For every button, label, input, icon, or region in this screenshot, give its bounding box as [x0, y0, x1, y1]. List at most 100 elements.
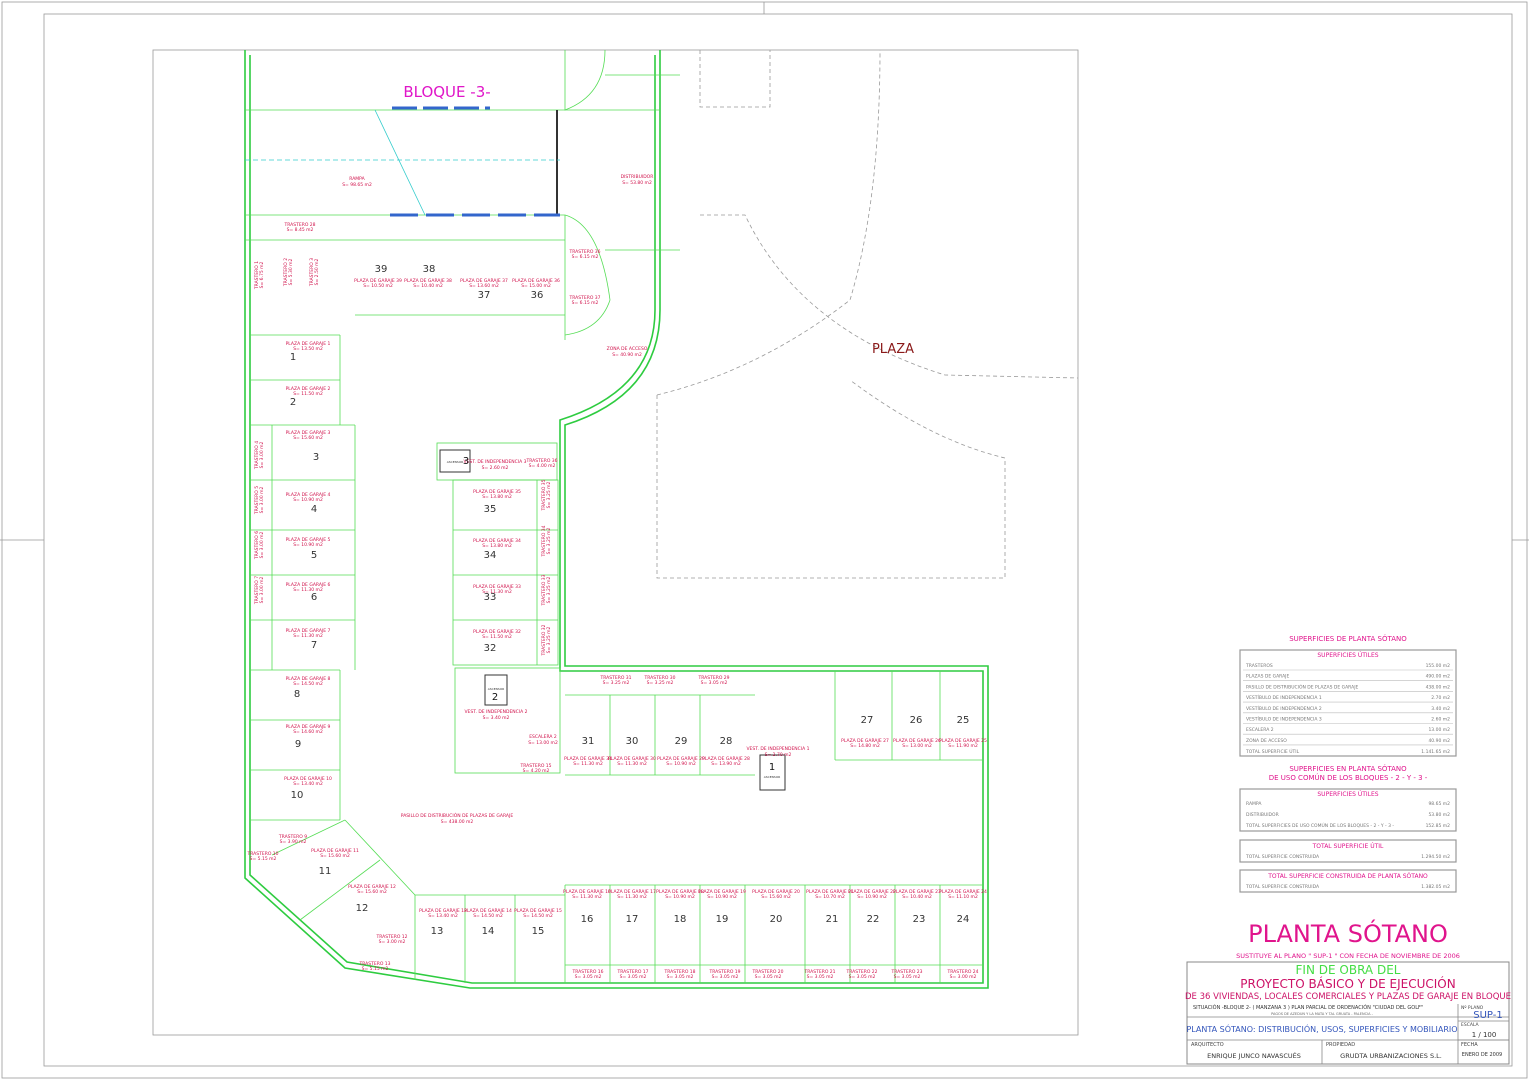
- parking-space-area: S= 11.30 m2: [293, 587, 323, 593]
- parking-space-area: S= 13.40 m2: [428, 913, 458, 919]
- parking-space-area: S= 11.30 m2: [572, 894, 602, 900]
- situation: SITUACIÓN -BLOQUE 2- ( MANZANA 3 ) PLAN …: [1193, 1004, 1423, 1011]
- storage-room: TRASTERO 37S= 6.15 m2: [568, 295, 600, 306]
- parking-space: PLAZA DE GARAJE 39S= 10.50 m239: [354, 264, 402, 289]
- storage-room-area: S= 3.90 m2: [280, 839, 307, 845]
- owner-name: GRUDTA URBANIZACIONES S.L.: [1340, 1052, 1442, 1060]
- parking-space-number: 24: [957, 914, 970, 925]
- lift-2-label: ASCENSOR: [488, 687, 505, 691]
- parking-space: PLAZA DE GARAJE 30S= 11.30 m230: [608, 736, 656, 767]
- room-labels: BLOQUE -3- RAMPA S= 98.65 m2 DISTRIBUIDO…: [342, 83, 809, 825]
- parking-space: PLAZA DE GARAJE 18S= 10.90 m218: [656, 889, 704, 925]
- parking-space-area: S= 10.90 m2: [707, 894, 737, 900]
- parking-space-area: S= 11.90 m2: [948, 743, 978, 749]
- parking-space-number: 18: [674, 914, 687, 925]
- parking-space-area: S= 11.10 m2: [948, 894, 978, 900]
- parking-space-number: 31: [582, 736, 595, 747]
- ramp-name: RAMPA: [349, 176, 365, 182]
- storage-room-area: S= 2.50 m2: [314, 258, 320, 285]
- parking-space: PLAZA DE GARAJE 5S= 10.90 m25: [286, 537, 331, 561]
- useful-row-label: ZONA DE ACCESO: [1246, 738, 1287, 744]
- storage-rooms: TRASTERO 1 S= 6.75 m2 TRASTERO 2 S= 5.30 m2…: [246, 222, 978, 980]
- parking-space-area: S= 10.90 m2: [293, 497, 323, 503]
- storage-room-area: S= 3.00 m2: [259, 441, 265, 468]
- parking-spaces: PLAZA DE GARAJE 1S= 13.50 m21 PLAZA DE GA…: [284, 264, 987, 937]
- staircase-area: S= 13.00 m2: [528, 740, 558, 746]
- storage-room-area: S= 3.05 m2: [894, 974, 921, 980]
- parking-space-area: S= 10.40 m2: [902, 894, 932, 900]
- storage-room-area: S= 3.25 m2: [546, 527, 552, 554]
- total-built-value: 1.382.05 m2: [1421, 884, 1450, 890]
- parking-space-area: S= 11.50 m2: [482, 634, 512, 640]
- fin-obra: FIN DE OBRA DEL: [1296, 963, 1401, 977]
- parking-space-number: 2: [290, 397, 296, 408]
- common-total-value: 152.85 m2: [1426, 823, 1451, 829]
- storage-room: TRASTERO 6 S= 3.00 m2: [254, 531, 265, 560]
- parking-space-number: 38: [423, 264, 436, 275]
- storage-room-area: S= 5.30 m2: [288, 258, 294, 285]
- parking-space-number: 30: [626, 736, 639, 747]
- parking-space: PLAZA DE GARAJE 19S= 10.90 m219: [698, 889, 746, 925]
- vestibule-2-area: S= 3.40 m2: [483, 715, 510, 721]
- parking-space-number: 28: [720, 736, 733, 747]
- parking-space: PLAZA DE GARAJE 16S= 11.30 m216: [563, 889, 611, 925]
- scale-value: 1 / 100: [1472, 1031, 1497, 1039]
- parking-space-area: S= 11.30 m2: [617, 894, 647, 900]
- storage-room: TRASTERO 23S= 3.05 m2: [890, 969, 922, 980]
- floor-plan-drawing: PLAZA BLOQUE -3- RAMPA S= 98.65 m2 DISTR…: [0, 1, 1529, 1079]
- parking-space-number: 22: [867, 914, 880, 925]
- parking-space-number: 15: [532, 926, 545, 937]
- useful-row-label: VESTÍBULO DE INDEPENDENCIA 2: [1246, 705, 1322, 712]
- distributor-name: DISTRIBUIDOR: [621, 174, 654, 180]
- storage-room-area: S= 3.00 m2: [259, 531, 265, 558]
- parking-space: PLAZA DE GARAJE 27S= 14.80 m227: [841, 715, 889, 749]
- storage-room-area: S= 3.05 m2: [701, 680, 728, 686]
- parking-space-area: S= 13.80 m2: [482, 494, 512, 500]
- vestibule-1-name: VEST. DE INDEPENDENCIA 1: [746, 746, 809, 752]
- storage-room-area: S= 3.05 m2: [667, 974, 694, 980]
- parking-space-number: 19: [716, 914, 729, 925]
- parking-space: PLAZA DE GARAJE 25S= 11.90 m225: [939, 715, 987, 749]
- storage-room: TRASTERO 30S= 3.25 m2: [643, 675, 675, 686]
- parking-space-number: 35: [484, 504, 497, 515]
- parking-space: PLAZA DE GARAJE 36S= 15.00 m236: [512, 278, 560, 301]
- storage-room: TRASTERO 3 S= 2.50 m2: [309, 258, 320, 287]
- parking-space-area: S= 15.60 m2: [357, 889, 387, 895]
- parking-space: PLAZA DE GARAJE 22S= 10.90 m222: [848, 889, 896, 925]
- scale-label: ESCALA: [1461, 1022, 1480, 1028]
- parking-space-area: S= 10.90 m2: [293, 542, 323, 548]
- parking-space: PLAZA DE GARAJE 12S= 15.60 m212: [348, 884, 396, 914]
- storage-room: TRASTERO 33 S= 3.25 m2: [541, 574, 552, 606]
- storage-room: TRASTERO 35 S= 3.25 m2: [541, 479, 552, 511]
- date-value: ENERO DE 2009: [1462, 1052, 1502, 1058]
- parking-space-area: S= 15.60 m2: [761, 894, 791, 900]
- parking-space-area: S= 11.30 m2: [293, 633, 323, 639]
- parking-space: PLAZA DE GARAJE 17S= 11.30 m217: [608, 889, 656, 925]
- useful-row-label: TRASTEROS: [1245, 663, 1273, 669]
- useful-rows: TRASTEROS 155.00 m2 PLAZAS DE GARAJE 490.00…: [1243, 663, 1453, 746]
- storage-room-area: S= 3.05 m2: [575, 974, 602, 980]
- ramp-area: S= 98.65 m2: [342, 182, 372, 188]
- storage-room: TRASTERO 20S= 3.05 m2: [751, 969, 783, 980]
- storage-room: TRASTERO 34 S= 3.25 m2: [541, 525, 552, 557]
- parking-space: PLAZA DE GARAJE 37S= 13.60 m237: [460, 278, 508, 301]
- storage-room: TRASTERO 12S= 3.00 m2: [375, 934, 407, 945]
- parking-space: PLAZA DE GARAJE 23S= 10.40 m223: [893, 889, 941, 925]
- vestibule-3-name: VEST. DE INDEPENDENCIA 3: [463, 459, 526, 465]
- common-title-2: DE USO COMÚN DE LOS BLOQUES - 2 - Y - 3 …: [1269, 773, 1428, 782]
- parking-space-area: S= 10.70 m2: [815, 894, 845, 900]
- storage-room-area: S= 3.25 m2: [546, 481, 552, 508]
- parking-space: PLAZA DE GARAJE 31S= 11.30 m231: [564, 736, 612, 767]
- parking-space-area: S= 13.90 m2: [711, 761, 741, 767]
- parking-space-number: 17: [626, 914, 639, 925]
- parking-space-area: S= 13.50 m2: [293, 346, 323, 352]
- parking-space-number: 37: [478, 290, 491, 301]
- lift-3-label: ASCENSOR: [447, 460, 464, 464]
- parking-space-area: S= 11.50 m2: [293, 391, 323, 397]
- plaza-area: PLAZA: [656, 49, 1079, 579]
- legend-title: SUPERFICIES DE PLANTA SÓTANO: [1289, 634, 1407, 643]
- storage-room: TRASTERO 2 S= 5.30 m2: [283, 258, 294, 287]
- parking-space-area: S= 10.90 m2: [857, 894, 887, 900]
- parking-space-number: 21: [826, 914, 839, 925]
- storage-room-area: S= 8.45 m2: [287, 227, 314, 233]
